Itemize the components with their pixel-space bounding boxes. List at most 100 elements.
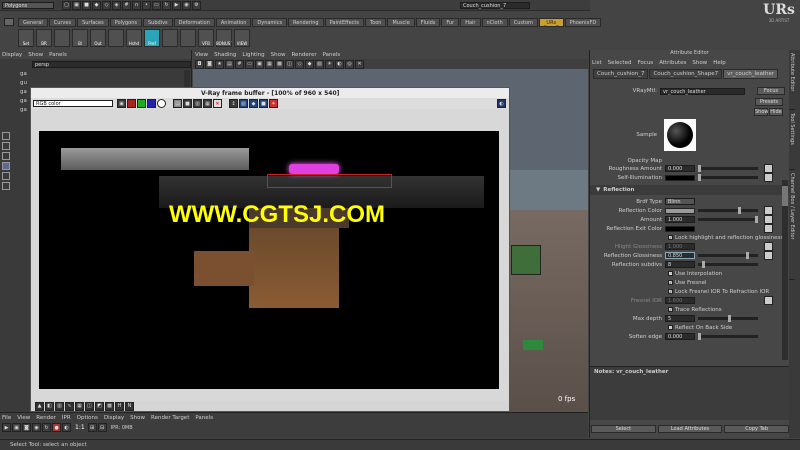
history-icon[interactable]: ↻ [162, 0, 171, 10]
map-button-icon[interactable] [764, 206, 773, 215]
use-fresnel-checkbox[interactable]: ✓ [668, 280, 673, 285]
new-scene-icon[interactable]: ▢ [62, 0, 71, 10]
attr-menu-item[interactable]: Focus [637, 60, 653, 66]
attr-menu-item[interactable]: Attributes [659, 60, 686, 66]
camera-attrs-icon[interactable]: ◙ [205, 59, 214, 69]
side-tab[interactable]: Attribute Editor [789, 50, 795, 110]
attr-menu-item[interactable]: Show [692, 60, 707, 66]
render-view-menu-item[interactable]: IPR [62, 415, 71, 421]
vfb-channel-select[interactable]: RGB color [33, 100, 113, 107]
copy-tab-button[interactable]: Copy Tab [724, 425, 790, 433]
outliner-menu-item[interactable]: Display [2, 52, 22, 58]
map-button-icon[interactable] [764, 173, 773, 182]
xray-icon[interactable]: ✕ [355, 59, 364, 69]
viewport-menu-item[interactable]: Renderer [291, 52, 316, 58]
load-icon[interactable]: ▥ [193, 99, 202, 108]
shelf-tab-settings-icon[interactable] [4, 18, 14, 26]
brdf-dropdown[interactable]: Blinn [665, 198, 695, 205]
info-icon[interactable]: ◐ [497, 99, 506, 108]
expand-icon[interactable] [2, 182, 10, 190]
shelf-tab[interactable]: nCloth [481, 17, 508, 27]
redo-render-icon[interactable]: ▶ [2, 423, 11, 432]
shelf-tab[interactable]: Rendering [288, 17, 324, 27]
roughness-field[interactable]: 0.000 [665, 165, 695, 172]
object-name-field[interactable]: Couch_cushion_7 [460, 1, 530, 9]
lock-fresnel-checkbox[interactable]: ✓ [668, 289, 673, 294]
map-button-icon[interactable] [764, 251, 773, 260]
side-tab[interactable]: Tool Settings [789, 110, 795, 170]
levels-icon[interactable]: ▥ [55, 401, 64, 411]
smooth-shade-icon[interactable]: ◆ [305, 59, 314, 69]
grid-icon[interactable]: # [235, 59, 244, 69]
render-settings-icon[interactable]: ⚙ [192, 0, 201, 10]
shelf-tab[interactable]: Hair [460, 17, 481, 27]
select-object-icon[interactable]: ◇ [102, 0, 111, 10]
attr-menu-item[interactable]: Help [713, 60, 726, 66]
shelf-tab[interactable]: General [18, 17, 48, 27]
outliner-menu-item[interactable]: Show [28, 52, 43, 58]
shelf-button[interactable]: VIEW [234, 29, 250, 47]
bg-icon[interactable]: ▦ [75, 401, 84, 411]
viewport-menu-item[interactable]: Show [271, 52, 286, 58]
render-view-menu-item[interactable]: View [17, 415, 30, 421]
h-icon[interactable]: H [115, 401, 124, 411]
shelf-button[interactable]: VFB [198, 29, 214, 47]
clear-icon[interactable]: ✕ [213, 99, 222, 108]
wireframe-icon[interactable]: ◇ [295, 59, 304, 69]
viewport-menu-item[interactable]: Panels [323, 52, 341, 58]
map-button-icon[interactable] [764, 296, 773, 305]
shelf-button[interactable] [180, 29, 196, 47]
render-icon[interactable]: ◆ [249, 99, 258, 108]
shelf-button[interactable] [162, 29, 178, 47]
outliner-menu-item[interactable]: Panels [49, 52, 67, 58]
alpha-icon[interactable]: ◐ [62, 423, 71, 432]
save-image-icon[interactable]: ▣ [117, 99, 126, 108]
shelf-tab[interactable]: Fur [441, 17, 460, 27]
notes-panel[interactable]: Notes: vr_couch_leather [590, 366, 790, 420]
expand-icon[interactable] [2, 132, 10, 140]
shelf-button[interactable]: Out [90, 29, 106, 47]
shelf-button[interactable] [108, 29, 124, 47]
track-mouse-icon[interactable]: ↕ [229, 99, 238, 108]
shelf-button[interactable]: Set [18, 29, 34, 47]
use-interp-checkbox[interactable] [668, 271, 673, 276]
outliner-row[interactable]: gu [20, 78, 191, 87]
render-region-icon[interactable]: ▣ [12, 423, 21, 432]
shelf-button[interactable]: Hshd [126, 29, 142, 47]
render-view-menu-item[interactable]: Options [77, 415, 98, 421]
shelf-tab[interactable]: Animation [215, 17, 252, 27]
blue-channel-icon[interactable] [147, 99, 156, 108]
shelf-tab[interactable]: Curves [48, 17, 77, 27]
save-icon[interactable]: ■ [183, 99, 192, 108]
n-icon[interactable]: N [125, 401, 134, 411]
refl-color-slider[interactable] [698, 207, 758, 214]
alpha-channel-icon[interactable] [157, 99, 166, 108]
attr-menu-item[interactable]: List [592, 60, 602, 66]
self-illum-swatch[interactable] [665, 174, 695, 181]
safe-action-icon[interactable]: ◫ [285, 59, 294, 69]
mono-icon[interactable]: ▤ [173, 99, 182, 108]
shelf-tab[interactable]: Surfaces [77, 17, 109, 27]
remove-image-icon[interactable]: ⊟ [97, 423, 107, 432]
render-view-menu-item[interactable]: Render [36, 415, 56, 421]
menu-set-dropdown[interactable]: Polygons [2, 1, 54, 9]
clamp-icon[interactable]: ▩ [105, 401, 114, 411]
snap-plane-icon[interactable]: ▭ [152, 0, 161, 10]
save-scene-icon[interactable]: ■ [82, 0, 91, 10]
select-button[interactable]: Select [591, 425, 656, 433]
refresh-icon[interactable]: ↻ [42, 423, 51, 432]
shelf-tab[interactable]: Custom [508, 17, 538, 27]
expand-icon[interactable] [2, 162, 10, 170]
attr-tab[interactable]: Couch_cushion_7 [593, 69, 649, 79]
render-ratio[interactable]: 1:1 [75, 424, 85, 431]
refl-gloss-field[interactable]: 0.850 [665, 252, 695, 259]
material-swatch[interactable] [664, 119, 696, 151]
gate-mask-icon[interactable]: ▦ [265, 59, 274, 69]
map-button-icon[interactable] [764, 242, 773, 251]
expand-icon[interactable] [2, 172, 10, 180]
reflection-section-header[interactable]: ▼ Reflection [590, 185, 789, 195]
expand-icon[interactable] [2, 142, 10, 150]
viewport-menu-item[interactable]: Lighting [242, 52, 264, 58]
expand-icon[interactable] [2, 152, 10, 160]
red-channel-icon[interactable] [127, 99, 136, 108]
